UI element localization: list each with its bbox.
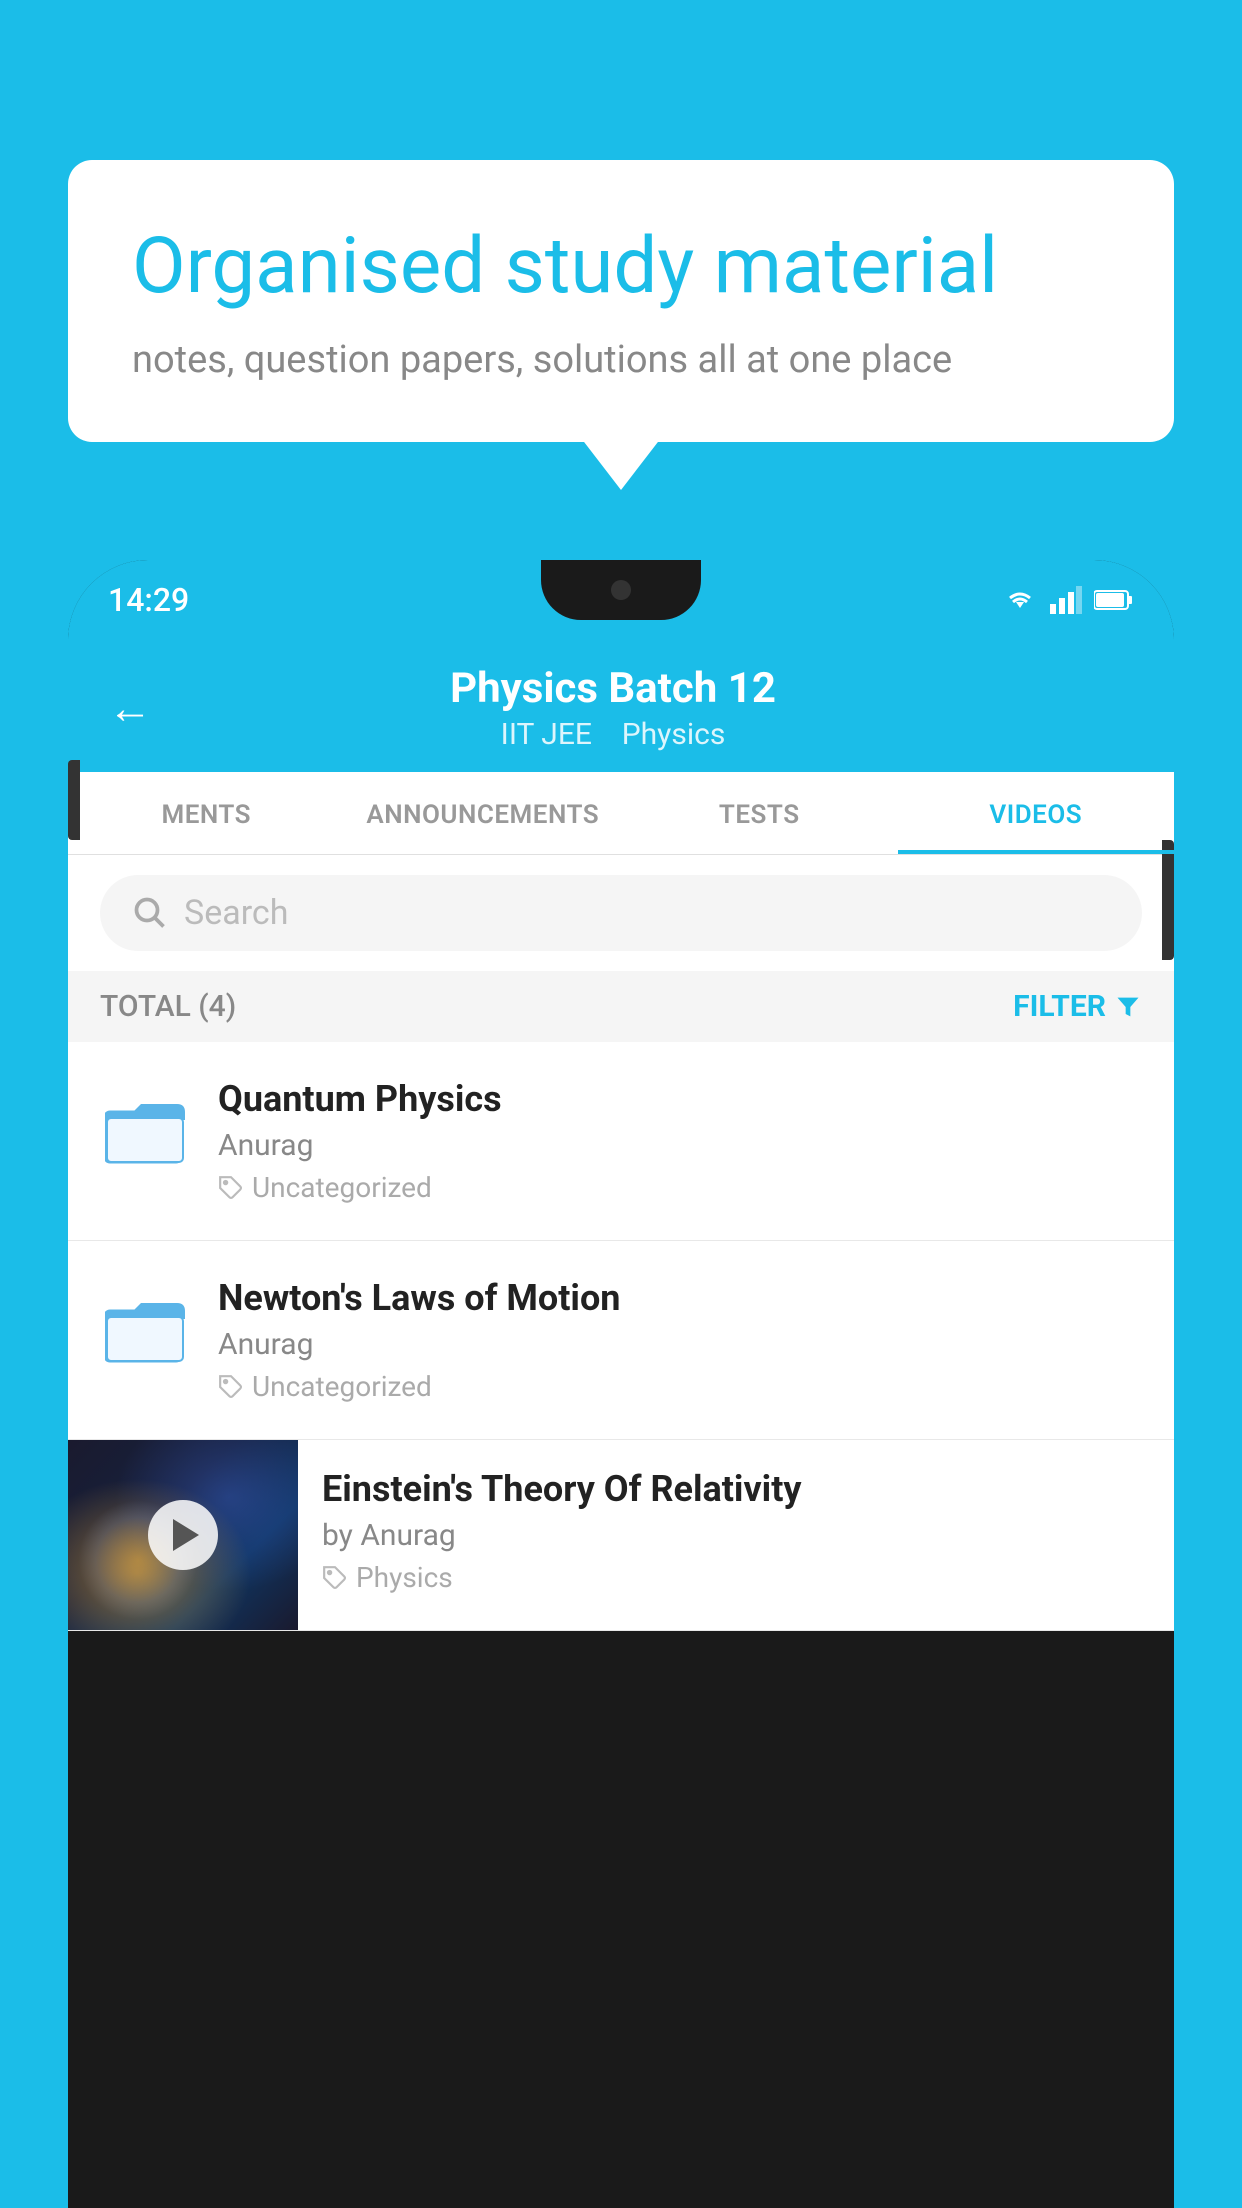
header-title-group: Physics Batch 12 IIT JEE Physics <box>176 664 1050 752</box>
folder-icon <box>105 1095 185 1167</box>
search-container: Search <box>68 855 1174 971</box>
tag-icon <box>218 1374 244 1400</box>
video-thumbnail <box>68 1440 298 1630</box>
battery-icon <box>1094 589 1134 611</box>
folder-icon-container <box>100 1285 190 1375</box>
speech-bubble-section: Organised study material notes, question… <box>68 160 1174 442</box>
folder-icon <box>105 1294 185 1366</box>
content-area: Quantum Physics Anurag Uncategorized <box>68 1042 1174 1631</box>
search-icon <box>132 895 168 931</box>
phone-notch <box>541 560 701 620</box>
item-info: Quantum Physics Anurag Uncategorized <box>218 1078 1142 1204</box>
tag-label: Uncategorized <box>252 1171 432 1204</box>
subtitle-tag2: Physics <box>622 717 726 752</box>
item-tag: Physics <box>322 1561 1150 1594</box>
search-bar[interactable]: Search <box>100 875 1142 951</box>
list-item[interactable]: Quantum Physics Anurag Uncategorized <box>68 1042 1174 1241</box>
header-title: Physics Batch 12 <box>176 664 1050 713</box>
item-author: Anurag <box>218 1128 1142 1163</box>
phone-power-button <box>1162 840 1174 960</box>
bubble-title: Organised study material <box>132 220 1110 314</box>
item-title: Einstein's Theory Of Relativity <box>322 1468 1150 1510</box>
filter-row: TOTAL (4) FILTER <box>68 971 1174 1042</box>
status-bar: 14:29 <box>68 560 1174 640</box>
status-icons <box>1002 586 1134 614</box>
bubble-subtitle: notes, question papers, solutions all at… <box>132 338 1110 382</box>
filter-button[interactable]: FILTER <box>1013 989 1142 1024</box>
tab-tests[interactable]: TESTS <box>621 772 898 854</box>
tab-ments[interactable]: MENTS <box>68 772 345 854</box>
play-button[interactable] <box>148 1500 218 1570</box>
app-header: ← Physics Batch 12 IIT JEE Physics <box>68 640 1174 772</box>
tag-label: Physics <box>356 1561 453 1594</box>
wifi-icon <box>1002 586 1038 614</box>
camera-dot <box>611 580 631 600</box>
list-item[interactable]: Einstein's Theory Of Relativity by Anura… <box>68 1440 1174 1631</box>
item-tag: Uncategorized <box>218 1370 1142 1403</box>
search-placeholder: Search <box>184 893 288 933</box>
item-author: by Anurag <box>322 1518 1150 1553</box>
folder-icon-container <box>100 1086 190 1176</box>
subtitle-tag1: IIT JEE <box>501 717 592 752</box>
tab-announcements[interactable]: ANNOUNCEMENTS <box>345 772 622 854</box>
item-info: Einstein's Theory Of Relativity by Anura… <box>298 1440 1174 1622</box>
filter-funnel-icon <box>1114 993 1142 1021</box>
item-author: Anurag <box>218 1327 1142 1362</box>
item-title: Quantum Physics <box>218 1078 1142 1120</box>
back-button[interactable]: ← <box>108 682 152 734</box>
play-triangle-icon <box>173 1519 199 1551</box>
item-info: Newton's Laws of Motion Anurag Uncategor… <box>218 1277 1142 1403</box>
tag-label: Uncategorized <box>252 1370 432 1403</box>
header-subtitle: IIT JEE Physics <box>176 717 1050 752</box>
list-item[interactable]: Newton's Laws of Motion Anurag Uncategor… <box>68 1241 1174 1440</box>
tab-videos[interactable]: VIDEOS <box>898 772 1175 854</box>
signal-icon <box>1050 586 1082 614</box>
speech-bubble: Organised study material notes, question… <box>68 160 1174 442</box>
item-tag: Uncategorized <box>218 1171 1142 1204</box>
total-count: TOTAL (4) <box>100 989 236 1024</box>
status-time: 14:29 <box>108 581 189 619</box>
tag-icon <box>322 1565 348 1591</box>
tag-icon <box>218 1175 244 1201</box>
filter-label: FILTER <box>1013 989 1106 1024</box>
phone-frame: 14:29 <box>68 560 1174 2208</box>
item-title: Newton's Laws of Motion <box>218 1277 1142 1319</box>
tabs-container: MENTS ANNOUNCEMENTS TESTS VIDEOS <box>68 772 1174 855</box>
